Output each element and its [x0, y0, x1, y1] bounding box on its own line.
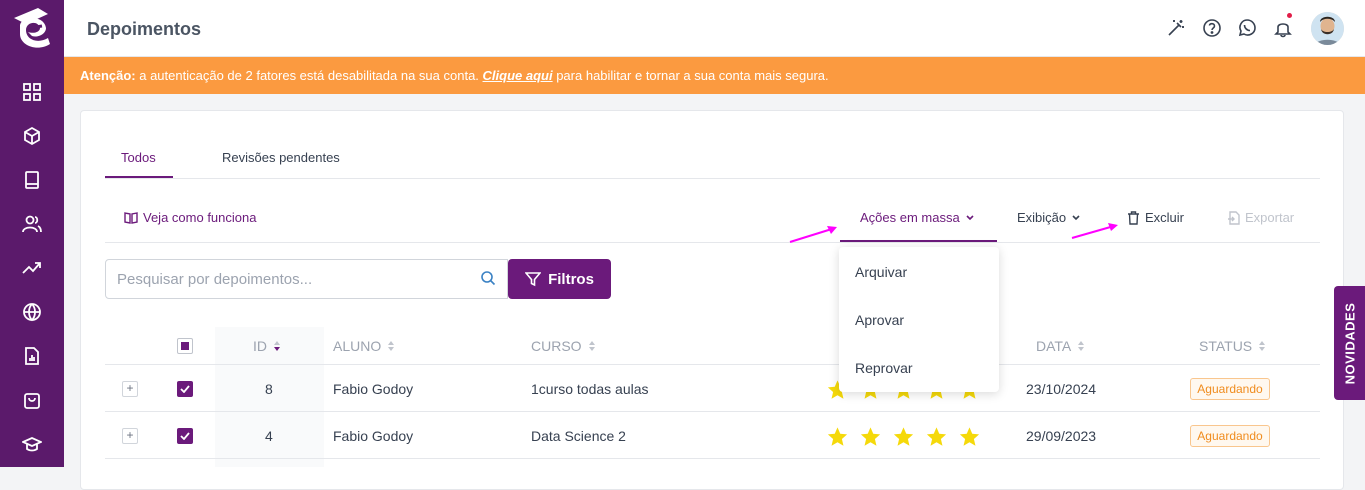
whatsapp-icon[interactable]: [1236, 17, 1258, 39]
export-icon: [1228, 210, 1240, 225]
column-header-status[interactable]: STATUS: [1199, 338, 1266, 354]
logo-icon[interactable]: [8, 4, 56, 54]
sort-icon: [388, 341, 395, 351]
search-icon[interactable]: [480, 270, 498, 288]
warning-banner: Atenção: a autenticação de 2 fatores est…: [64, 57, 1365, 94]
page-title: Depoimentos: [87, 19, 202, 39]
select-all-checkbox[interactable]: [177, 338, 193, 354]
cell-curso: 1curso todas aulas: [531, 381, 649, 397]
search-placeholder: Pesquisar por depoimentos...: [117, 271, 313, 288]
search-input[interactable]: Pesquisar por depoimentos...: [105, 259, 508, 299]
tabs-divider: [105, 178, 1320, 179]
column-label: ALUNO: [333, 338, 382, 354]
open-book-icon: [124, 211, 138, 224]
bulk-actions-menu: Arquivar Aprovar Reprovar: [839, 247, 999, 392]
column-label: CURSO: [531, 338, 582, 354]
delete-label: Excluir: [1145, 210, 1185, 225]
cube-icon[interactable]: [20, 124, 44, 148]
sort-icon: [274, 341, 280, 351]
book-icon[interactable]: [20, 168, 44, 192]
globe-icon[interactable]: [20, 300, 44, 324]
filter-icon: [525, 272, 542, 287]
status-badge: Aguardando: [1190, 378, 1270, 400]
notification-dot: [1287, 13, 1292, 18]
toolbar-divider: [105, 242, 1320, 243]
star-icon: [959, 427, 980, 446]
warning-text: a autenticação de 2 fatores está desabil…: [135, 68, 483, 83]
column-label: STATUS: [1199, 338, 1253, 354]
news-label: NOVIDADES: [1342, 302, 1358, 384]
sort-icon: [588, 341, 595, 351]
tab-todos[interactable]: Todos: [121, 150, 156, 165]
expand-row-button[interactable]: +: [122, 428, 138, 444]
graduation-cap-icon[interactable]: [20, 432, 44, 456]
cell-data: 23/10/2024: [1026, 381, 1097, 397]
cell-aluno: Fabio Godoy: [333, 381, 414, 397]
export-label: Exportar: [1245, 210, 1295, 225]
chevron-down-icon: [966, 214, 974, 220]
menu-item-arquivar[interactable]: Arquivar: [855, 264, 907, 280]
trending-icon[interactable]: [20, 256, 44, 280]
filters-button[interactable]: Filtros: [508, 259, 611, 299]
display-label: Exibição: [1017, 210, 1067, 225]
row-checkbox[interactable]: [177, 381, 193, 397]
rating-stars: [826, 426, 981, 448]
menu-item-reprovar[interactable]: Reprovar: [855, 360, 913, 376]
warning-text-after: para habilitar e tornar a sua conta mais…: [552, 68, 829, 83]
column-label: ID: [253, 338, 267, 354]
star-icon: [827, 427, 848, 446]
row-divider: [105, 411, 1320, 412]
report-icon[interactable]: [20, 344, 44, 368]
star-icon: [926, 427, 947, 446]
bulk-actions-label: Ações em massa: [860, 210, 960, 225]
how-it-works-link[interactable]: Veja como funciona: [124, 210, 256, 225]
cell-data: 29/09/2023: [1026, 428, 1097, 444]
avatar[interactable]: [1311, 12, 1344, 45]
column-label: DATA: [1036, 338, 1072, 354]
check-icon: [180, 432, 190, 440]
column-header-curso[interactable]: CURSO: [531, 338, 596, 354]
topbar: Depoimentos: [64, 0, 1365, 57]
cell-curso: Data Science 2: [531, 428, 626, 444]
dashboard-icon[interactable]: [20, 80, 44, 104]
warning-prefix: Atenção:: [80, 68, 136, 83]
column-header-id[interactable]: ID: [253, 338, 281, 354]
annotation-arrow: [1071, 223, 1118, 239]
table-header-divider: [105, 364, 1320, 365]
cell-aluno: Fabio Godoy: [333, 428, 414, 444]
sort-icon: [1078, 341, 1085, 351]
cell-id: 8: [265, 381, 273, 397]
users-icon[interactable]: [20, 212, 44, 236]
sort-icon: [1259, 341, 1266, 351]
column-header-data[interactable]: DATA: [1036, 338, 1085, 354]
shopping-bag-icon[interactable]: [20, 388, 44, 412]
row-divider: [105, 458, 1320, 459]
delete-button[interactable]: Excluir: [1127, 210, 1184, 225]
star-icon: [893, 427, 914, 446]
warning-link[interactable]: Clique aqui: [483, 68, 553, 83]
trash-icon: [1128, 210, 1139, 225]
expand-row-button[interactable]: +: [122, 381, 138, 397]
filters-label: Filtros: [548, 270, 594, 288]
row-checkbox[interactable]: [177, 428, 193, 444]
news-side-tab[interactable]: NOVIDADES: [1334, 286, 1365, 400]
how-it-works-label: Veja como funciona: [143, 210, 257, 225]
help-icon[interactable]: [1201, 17, 1223, 39]
tab-revisoes-pendentes[interactable]: Revisões pendentes: [222, 150, 340, 165]
magic-wand-icon[interactable]: [1165, 17, 1187, 39]
annotation-arrow: [789, 226, 837, 243]
cell-id: 4: [265, 428, 273, 444]
menu-item-aprovar[interactable]: Aprovar: [855, 312, 904, 328]
bulk-actions-button[interactable]: Ações em massa: [860, 210, 975, 225]
export-button[interactable]: Exportar: [1227, 210, 1294, 225]
sidebar: [0, 0, 64, 467]
column-header-aluno[interactable]: ALUNO: [333, 338, 395, 354]
bell-icon[interactable]: [1272, 13, 1294, 39]
status-badge: Aguardando: [1190, 425, 1270, 447]
check-icon: [180, 385, 190, 393]
star-icon: [860, 427, 881, 446]
